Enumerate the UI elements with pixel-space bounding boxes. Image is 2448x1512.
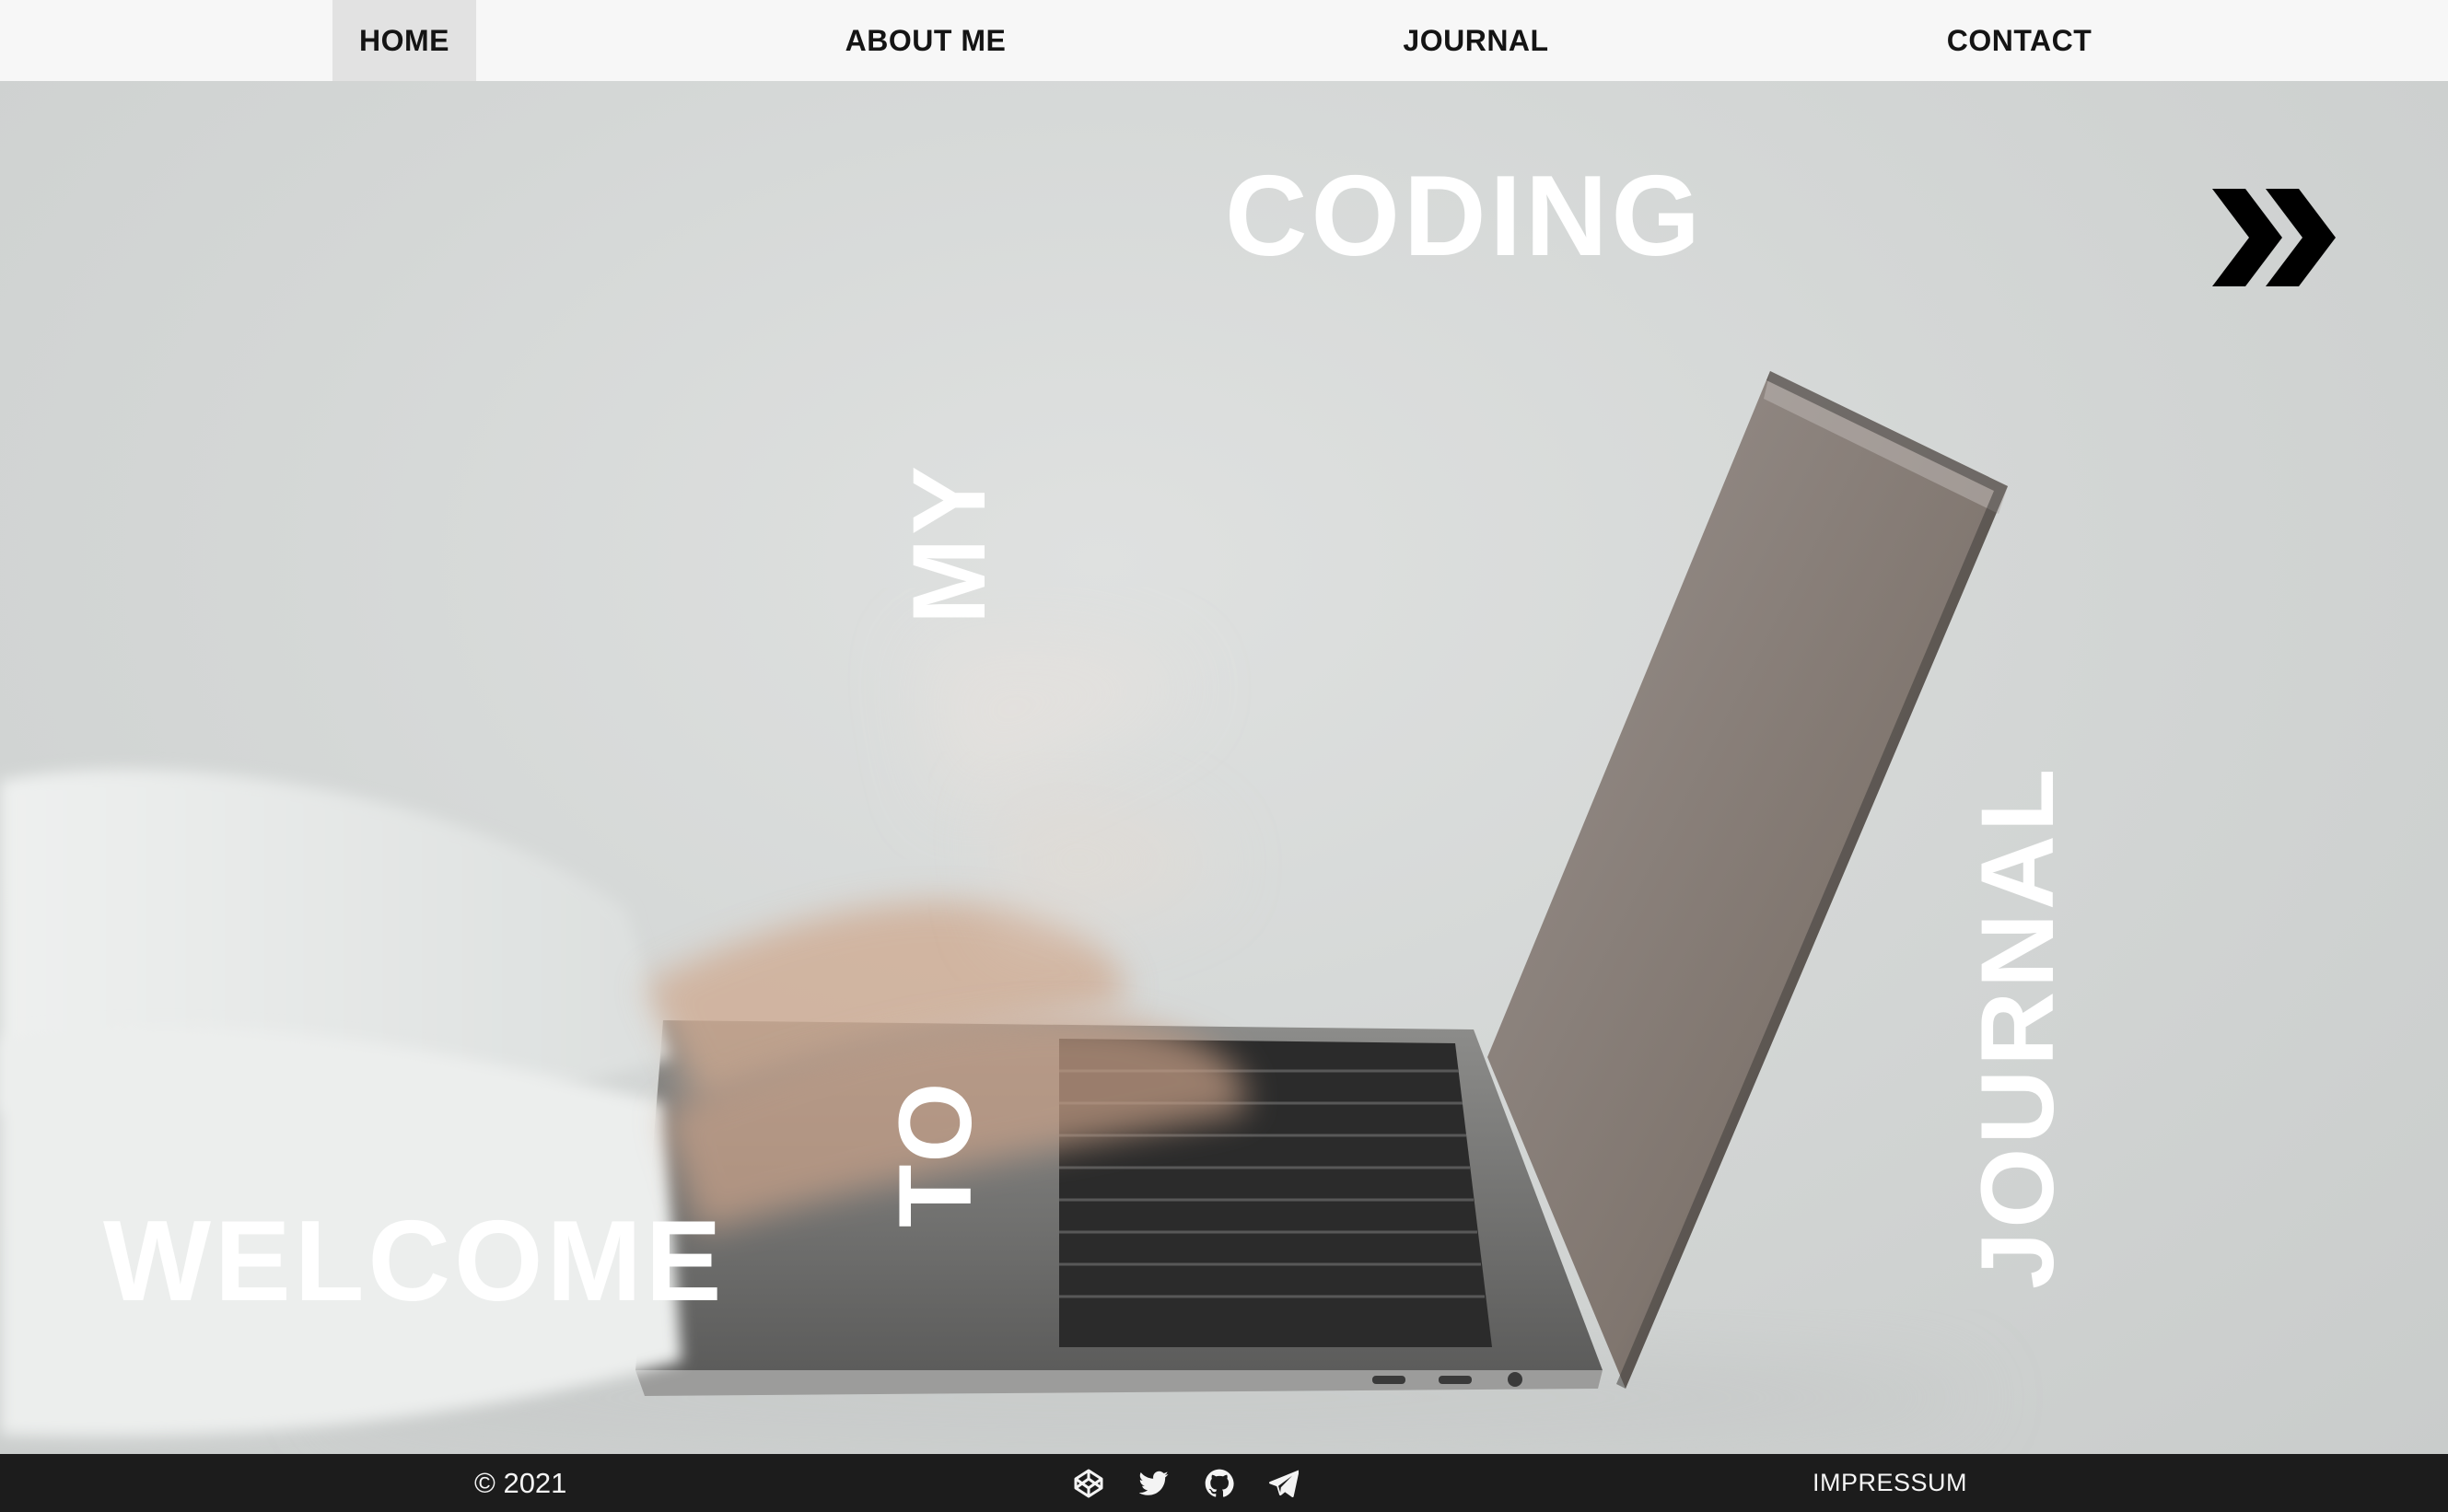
hero-section: WELCOME TO MY CODING JOURNAL [0,81,2448,1454]
double-chevron-right-icon[interactable] [2212,189,2343,286]
nav-about-me[interactable]: ABOUT ME [810,0,1041,81]
twitter-icon[interactable] [1136,1454,1172,1512]
copyright-text: © 2021 [474,1466,567,1499]
hero-word-coding: CODING [1225,153,1704,280]
hero-word-welcome: WELCOME [103,1198,726,1325]
nav-home[interactable]: HOME [332,0,476,81]
hero-word-journal: JOURNAL [1960,764,2075,1289]
nav-journal[interactable]: JOURNAL [1372,0,1580,81]
telegram-icon[interactable] [1265,1454,1302,1512]
github-icon[interactable] [1201,1454,1238,1512]
top-nav: HOME ABOUT ME JOURNAL CONTACT [0,0,2448,81]
codepen-icon[interactable] [1070,1454,1107,1512]
hero-word-to: TO [878,1078,993,1227]
hero-word-my: MY [892,462,1007,624]
nav-contact[interactable]: CONTACT [1920,0,2118,81]
footer: © 2021 IMPRESSUM [0,1454,2448,1512]
impressum-link[interactable]: IMPRESSUM [1813,1454,1967,1512]
